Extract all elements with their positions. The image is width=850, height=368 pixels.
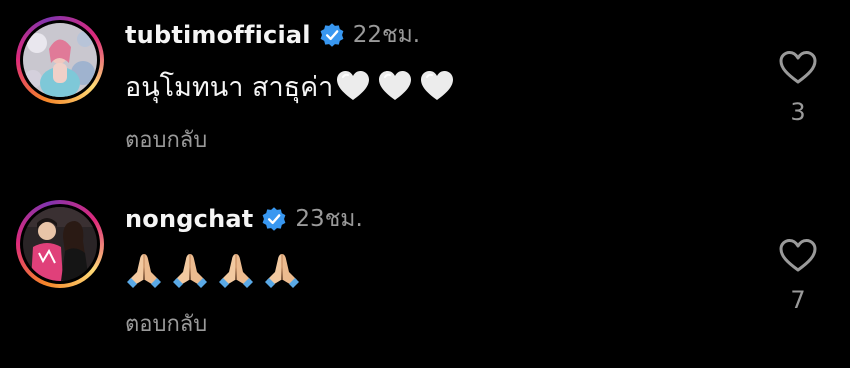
verified-badge-icon [263, 207, 286, 231]
reply-button[interactable]: ตอบกลับ [125, 306, 207, 341]
folded-hands-emoji [127, 254, 161, 288]
folded-hands-emoji [219, 254, 253, 288]
comment-timestamp: 23ชม. [295, 206, 363, 232]
white-heart-emoji [421, 71, 454, 100]
avatar-image [23, 23, 97, 97]
heart-outline-icon[interactable] [778, 50, 818, 86]
white-heart-emoji [379, 71, 412, 100]
folded-hands-emoji [265, 254, 299, 288]
story-ring[interactable] [16, 200, 104, 288]
story-ring[interactable] [16, 16, 104, 104]
comment-text [125, 248, 309, 292]
reply-button[interactable]: ตอบกลับ [125, 122, 207, 157]
like-count: 7 [790, 286, 806, 314]
verified-badge-icon [320, 23, 344, 47]
folded-hands-emoji [173, 254, 207, 288]
comment-body: อนุโมทนา สาธุค่า [125, 71, 334, 103]
comment-item: tubtimofficial 22ชม. อนุโมทนา สาธุค่า ตอ… [0, 0, 850, 180]
white-heart-emoji [337, 71, 370, 100]
comment-header: nongchat 23ชม. [125, 202, 363, 236]
username-link[interactable]: nongchat [125, 205, 253, 233]
comment-header: tubtimofficial 22ชม. [125, 18, 420, 52]
comment-text: อนุโมทนา สาธุค่า [125, 64, 455, 108]
like-count: 3 [790, 98, 806, 126]
avatar[interactable] [23, 207, 97, 281]
avatar-border [20, 204, 100, 284]
avatar[interactable] [23, 23, 97, 97]
username-link[interactable]: tubtimofficial [125, 21, 311, 49]
comment-timestamp: 22ชม. [352, 22, 421, 48]
heart-outline-icon[interactable] [778, 238, 818, 274]
avatar-border [20, 20, 100, 100]
avatar-image [23, 207, 97, 281]
comment-item: nongchat 23ชม. ตอบกลับ 7 [0, 184, 850, 364]
